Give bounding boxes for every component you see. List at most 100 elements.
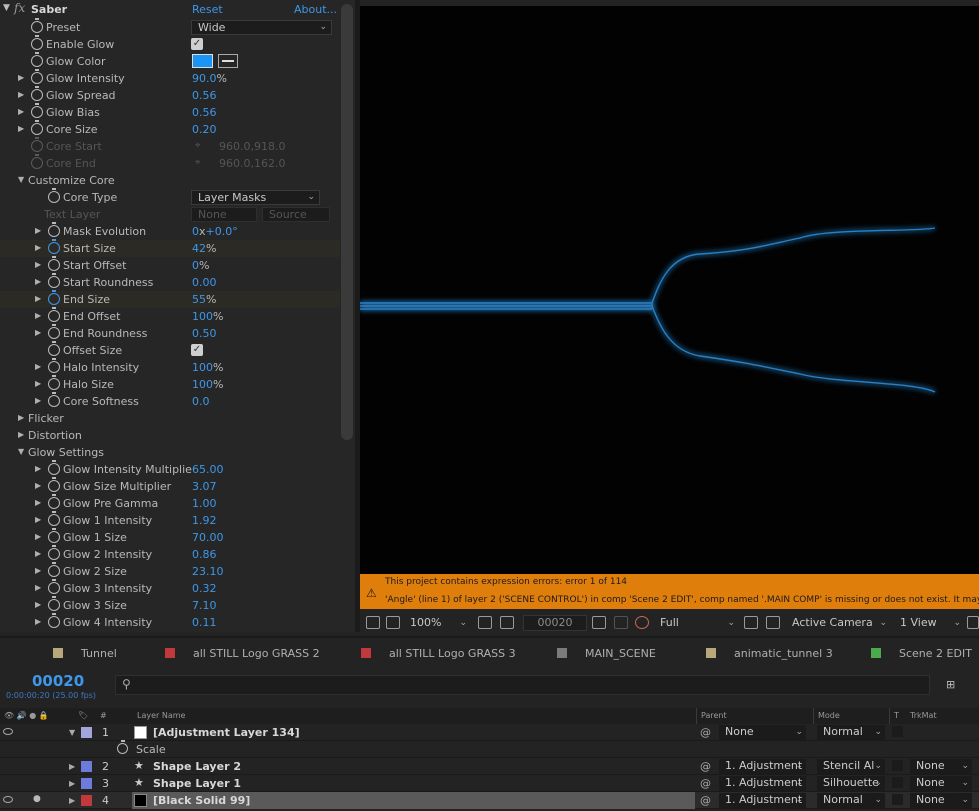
param-value[interactable]: 70.00 (192, 531, 224, 544)
stopwatch-icon[interactable] (48, 613, 60, 628)
param-row-mask-evolution[interactable]: ▶ Mask Evolution 0x+0.0° (0, 222, 340, 240)
eyedropper-icon[interactable] (218, 54, 238, 68)
param-row-end-size[interactable]: ▶ End Size 55% (0, 290, 340, 308)
source-dropdown[interactable]: Source (262, 207, 330, 222)
param-row-glow-intensity-multiplie[interactable]: ▶ Glow Intensity Multiplie 65.00 (0, 460, 340, 478)
camera-dropdown[interactable]: Active Camera ⌄ (788, 614, 890, 632)
twirl-right-icon[interactable]: ▶ (35, 600, 41, 609)
param-row-glow-1-intensity[interactable]: ▶ Glow 1 Intensity 1.92 (0, 511, 340, 529)
twirl-right-icon[interactable]: ▶ (35, 277, 41, 286)
color-channels-icon[interactable] (635, 616, 649, 629)
value-number[interactable]: 0.50 (192, 327, 217, 340)
twirl-right-icon[interactable]: ▶ (35, 243, 41, 252)
twirl-right-icon[interactable]: ▶ (35, 515, 41, 524)
point-value[interactable]: 960.0,918.0 (219, 140, 285, 153)
stopwatch-icon[interactable] (48, 290, 60, 305)
param-value[interactable]: 0.56 (192, 106, 217, 119)
param-row-glow-4-intensity[interactable]: ▶ Glow 4 Intensity 0.11 (0, 613, 340, 631)
region-of-interest-icon[interactable] (744, 616, 758, 629)
param-row-glow-2-intensity[interactable]: ▶ Glow 2 Intensity 0.86 (0, 545, 340, 563)
value-number[interactable]: 100 (192, 361, 213, 374)
param-row-core-size[interactable]: ▶ Core Size 0.20 (0, 120, 340, 138)
twirl-right-icon[interactable]: ▶ (35, 617, 41, 626)
value-number[interactable]: 42 (192, 242, 206, 255)
param-value[interactable]: 0.11 (192, 616, 217, 629)
monitor-icon[interactable] (386, 616, 400, 629)
show-snapshot-icon[interactable] (614, 616, 628, 629)
param-row-text-layer[interactable]: Text Layer None Source (0, 206, 340, 223)
mode-dropdown[interactable]: Silhouette ⌄ (817, 776, 885, 791)
preserve-transparency-toggle[interactable] (892, 760, 903, 771)
crosshair-icon[interactable]: ⌖ (195, 140, 201, 151)
composition-viewer[interactable] (360, 6, 979, 574)
label-color-icon[interactable] (81, 727, 92, 738)
param-dropdown[interactable]: Wide ⌄ (191, 20, 332, 35)
twirl-right-icon[interactable]: ▶ (35, 532, 41, 541)
twirl-right-icon[interactable]: ▶ (69, 779, 75, 788)
value-number[interactable]: 0 (192, 259, 199, 272)
param-value[interactable]: 0.0 (192, 395, 210, 408)
param-row-glow-size-multiplier[interactable]: ▶ Glow Size Multiplier 3.07 (0, 477, 340, 495)
param-value[interactable]: 55% (192, 293, 216, 306)
view-layout-dropdown[interactable]: 1 View ⌄ (896, 614, 964, 632)
expression-error-banner[interactable]: ⚠ This project contains expression error… (360, 574, 979, 609)
param-value[interactable]: 90.0% (192, 72, 227, 85)
stopwatch-icon[interactable] (31, 86, 43, 101)
param-row-preset[interactable]: Preset Wide ⌄ (0, 18, 340, 36)
parent-pickwhip-icon[interactable]: @ (700, 760, 711, 773)
param-value[interactable]: 100% (192, 378, 223, 391)
color-swatch[interactable] (192, 54, 213, 68)
value-number[interactable]: 1.92 (192, 514, 217, 527)
stopwatch-icon[interactable] (48, 239, 60, 254)
value-number[interactable]: 0.86 (192, 548, 217, 561)
param-dropdown[interactable]: Layer Masks ⌄ (191, 190, 320, 205)
param-row-glow-2-size[interactable]: ▶ Glow 2 Size 23.10 (0, 562, 340, 580)
twirl-right-icon[interactable]: ▶ (18, 430, 24, 439)
point-value[interactable]: 960.0,162.0 (219, 157, 285, 170)
param-row-start-roundness[interactable]: ▶ Start Roundness 0.00 (0, 273, 340, 291)
comp-tab-main-scene[interactable]: MAIN_SCENE (557, 647, 656, 661)
twirl-right-icon[interactable]: ▶ (35, 226, 41, 235)
label-color-icon[interactable] (81, 795, 92, 806)
preserve-transparency-toggle[interactable] (892, 777, 903, 788)
value-number[interactable]: 55 (192, 293, 206, 306)
param-row-customize-core[interactable]: ▼ Customize Core (0, 172, 340, 189)
value-number[interactable]: 0.56 (192, 106, 217, 119)
parent-pickwhip-icon[interactable]: @ (700, 777, 711, 790)
value-number-2[interactable]: +0.0 (206, 225, 233, 238)
trkmat-dropdown[interactable]: None ⌄ (910, 793, 972, 808)
stopwatch-icon[interactable] (48, 273, 60, 288)
stopwatch-icon[interactable] (31, 69, 43, 84)
snapshot-icon[interactable] (592, 616, 606, 629)
stopwatch-icon[interactable] (31, 120, 43, 135)
param-row-core-softness[interactable]: ▶ Core Softness 0.0 (0, 392, 340, 410)
toggle-transparency-icon[interactable] (766, 616, 780, 629)
value-number[interactable]: 7.10 (192, 599, 217, 612)
stopwatch-icon[interactable] (48, 375, 60, 390)
stopwatch-icon[interactable] (31, 103, 43, 118)
parent-dropdown[interactable]: None ⌄ (719, 725, 806, 740)
param-value[interactable]: 0.00 (192, 276, 217, 289)
value-number[interactable]: 100 (192, 310, 213, 323)
twirl-right-icon[interactable]: ▶ (18, 73, 24, 82)
stopwatch-icon[interactable] (48, 545, 60, 560)
pixel-aspect-icon[interactable] (967, 616, 979, 629)
timeline-timecode[interactable]: 00020 (32, 672, 84, 690)
twirl-right-icon[interactable]: ▶ (35, 379, 41, 388)
param-value[interactable]: 100% (192, 361, 223, 374)
param-row-enable-glow[interactable]: Enable Glow ✓ (0, 35, 340, 53)
comp-tab-tunnel[interactable]: Tunnel (53, 647, 117, 661)
t-header[interactable]: T (894, 711, 899, 720)
param-checkbox[interactable]: ✓ (191, 344, 203, 356)
param-row-distortion[interactable]: ▶ Distortion (0, 427, 340, 444)
table-row[interactable]: ● ▶ 4 [Black Solid 99] @1. Adjustment ⌄ Normal… (0, 792, 979, 809)
twirl-right-icon[interactable]: ▶ (35, 549, 41, 558)
trkmat-dropdown[interactable]: None ⌄ (910, 759, 972, 774)
mode-header[interactable]: Mode (818, 711, 840, 720)
twirl-right-icon[interactable]: ▶ (35, 260, 41, 269)
stopwatch-icon[interactable] (31, 154, 43, 169)
twirl-right-icon[interactable]: ▶ (18, 413, 24, 422)
trkmat-header[interactable]: TrkMat (910, 711, 937, 720)
stopwatch-icon[interactable] (31, 137, 43, 152)
twirl-right-icon[interactable]: ▶ (35, 294, 41, 303)
